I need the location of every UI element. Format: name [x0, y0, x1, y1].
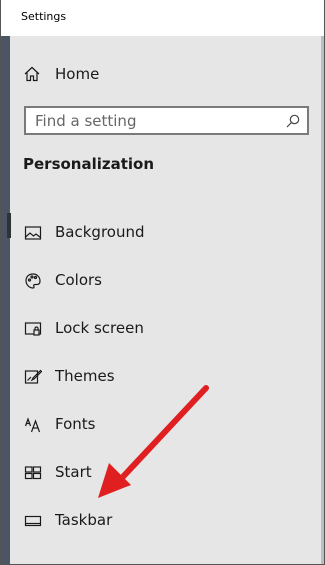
- arrow-shaft: [116, 385, 209, 484]
- arrow-head: [98, 463, 131, 498]
- red-arrow-annotation: [98, 385, 209, 498]
- settings-window: Settings Home Personalization: [0, 0, 325, 565]
